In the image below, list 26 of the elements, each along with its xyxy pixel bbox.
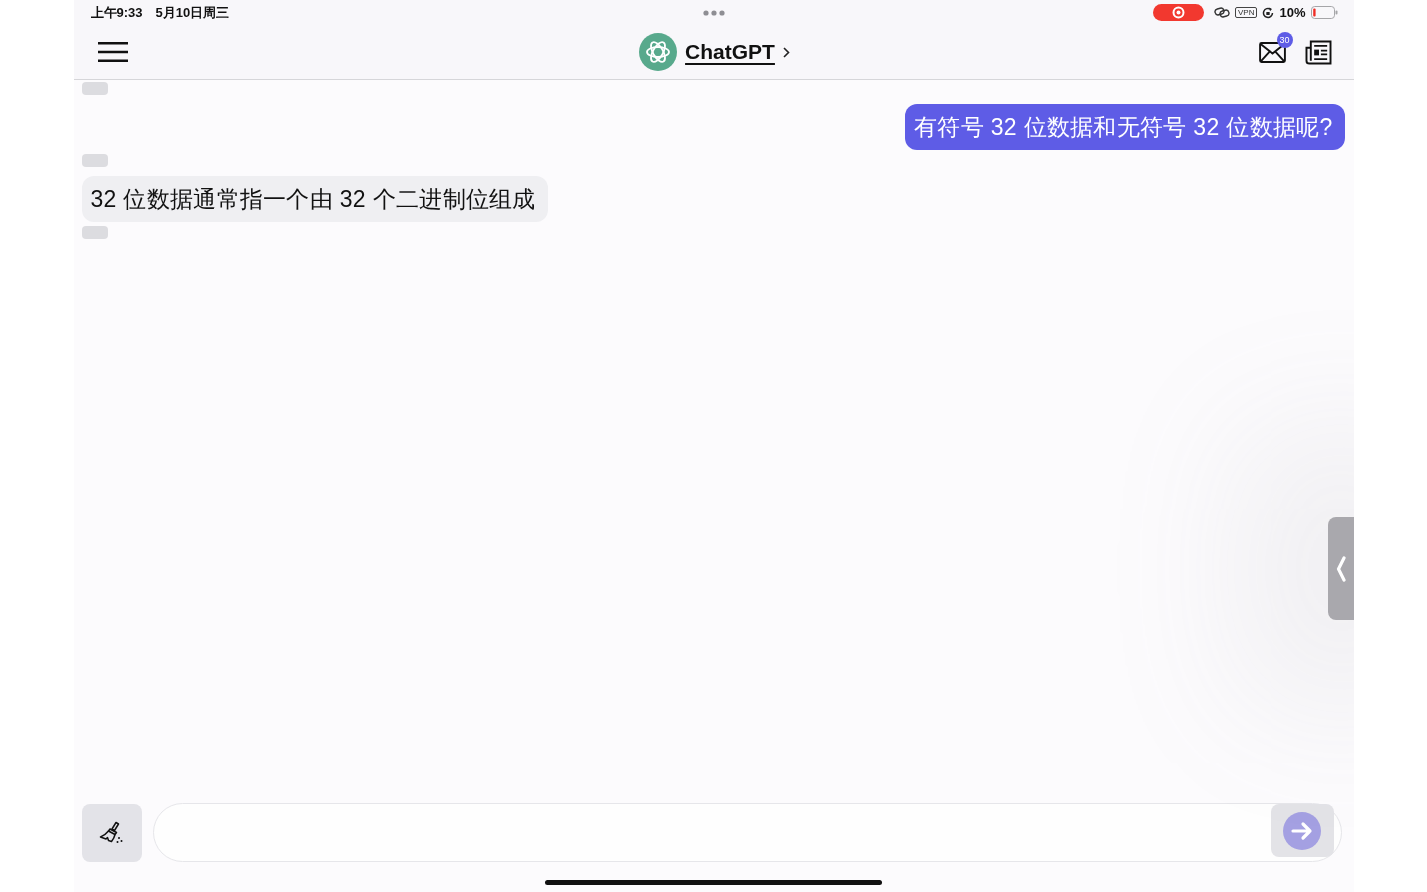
clear-button[interactable] xyxy=(81,804,142,862)
battery-percent: 10% xyxy=(1279,5,1306,20)
menu-icon[interactable] xyxy=(97,42,128,62)
message-bubble: 有符号 32 位数据和无符号 32 位数据呢? xyxy=(905,104,1345,150)
battery-icon xyxy=(1310,6,1338,19)
empty-chip xyxy=(81,82,108,95)
broom-icon xyxy=(98,821,125,845)
unread-badge: 30 xyxy=(1276,31,1293,48)
empty-chip xyxy=(81,226,108,239)
chevron-right-icon[interactable] xyxy=(782,46,790,58)
message-bubble: 32 位数据通常指一个由 32 个二进制位组成 xyxy=(81,176,548,222)
side-panel-handle[interactable] xyxy=(1327,517,1354,620)
link-icon xyxy=(1214,7,1230,18)
empty-chip xyxy=(81,154,108,167)
record-icon xyxy=(1153,4,1204,21)
status-date: 5月10日周三 xyxy=(155,3,230,22)
rotation-lock-icon xyxy=(1262,6,1275,19)
more-dots-icon[interactable] xyxy=(703,9,725,16)
chevron-left-icon xyxy=(1335,555,1346,582)
arrow-right-icon xyxy=(1283,811,1321,850)
logo-icon xyxy=(639,33,678,71)
chat-title[interactable]: ChatGPT xyxy=(685,40,775,64)
mail-icon[interactable] xyxy=(1258,41,1286,63)
newspaper-icon[interactable] xyxy=(1304,39,1332,65)
status-time: 上午9:33 xyxy=(90,3,143,22)
vpn-badge: VPN xyxy=(1235,7,1258,18)
